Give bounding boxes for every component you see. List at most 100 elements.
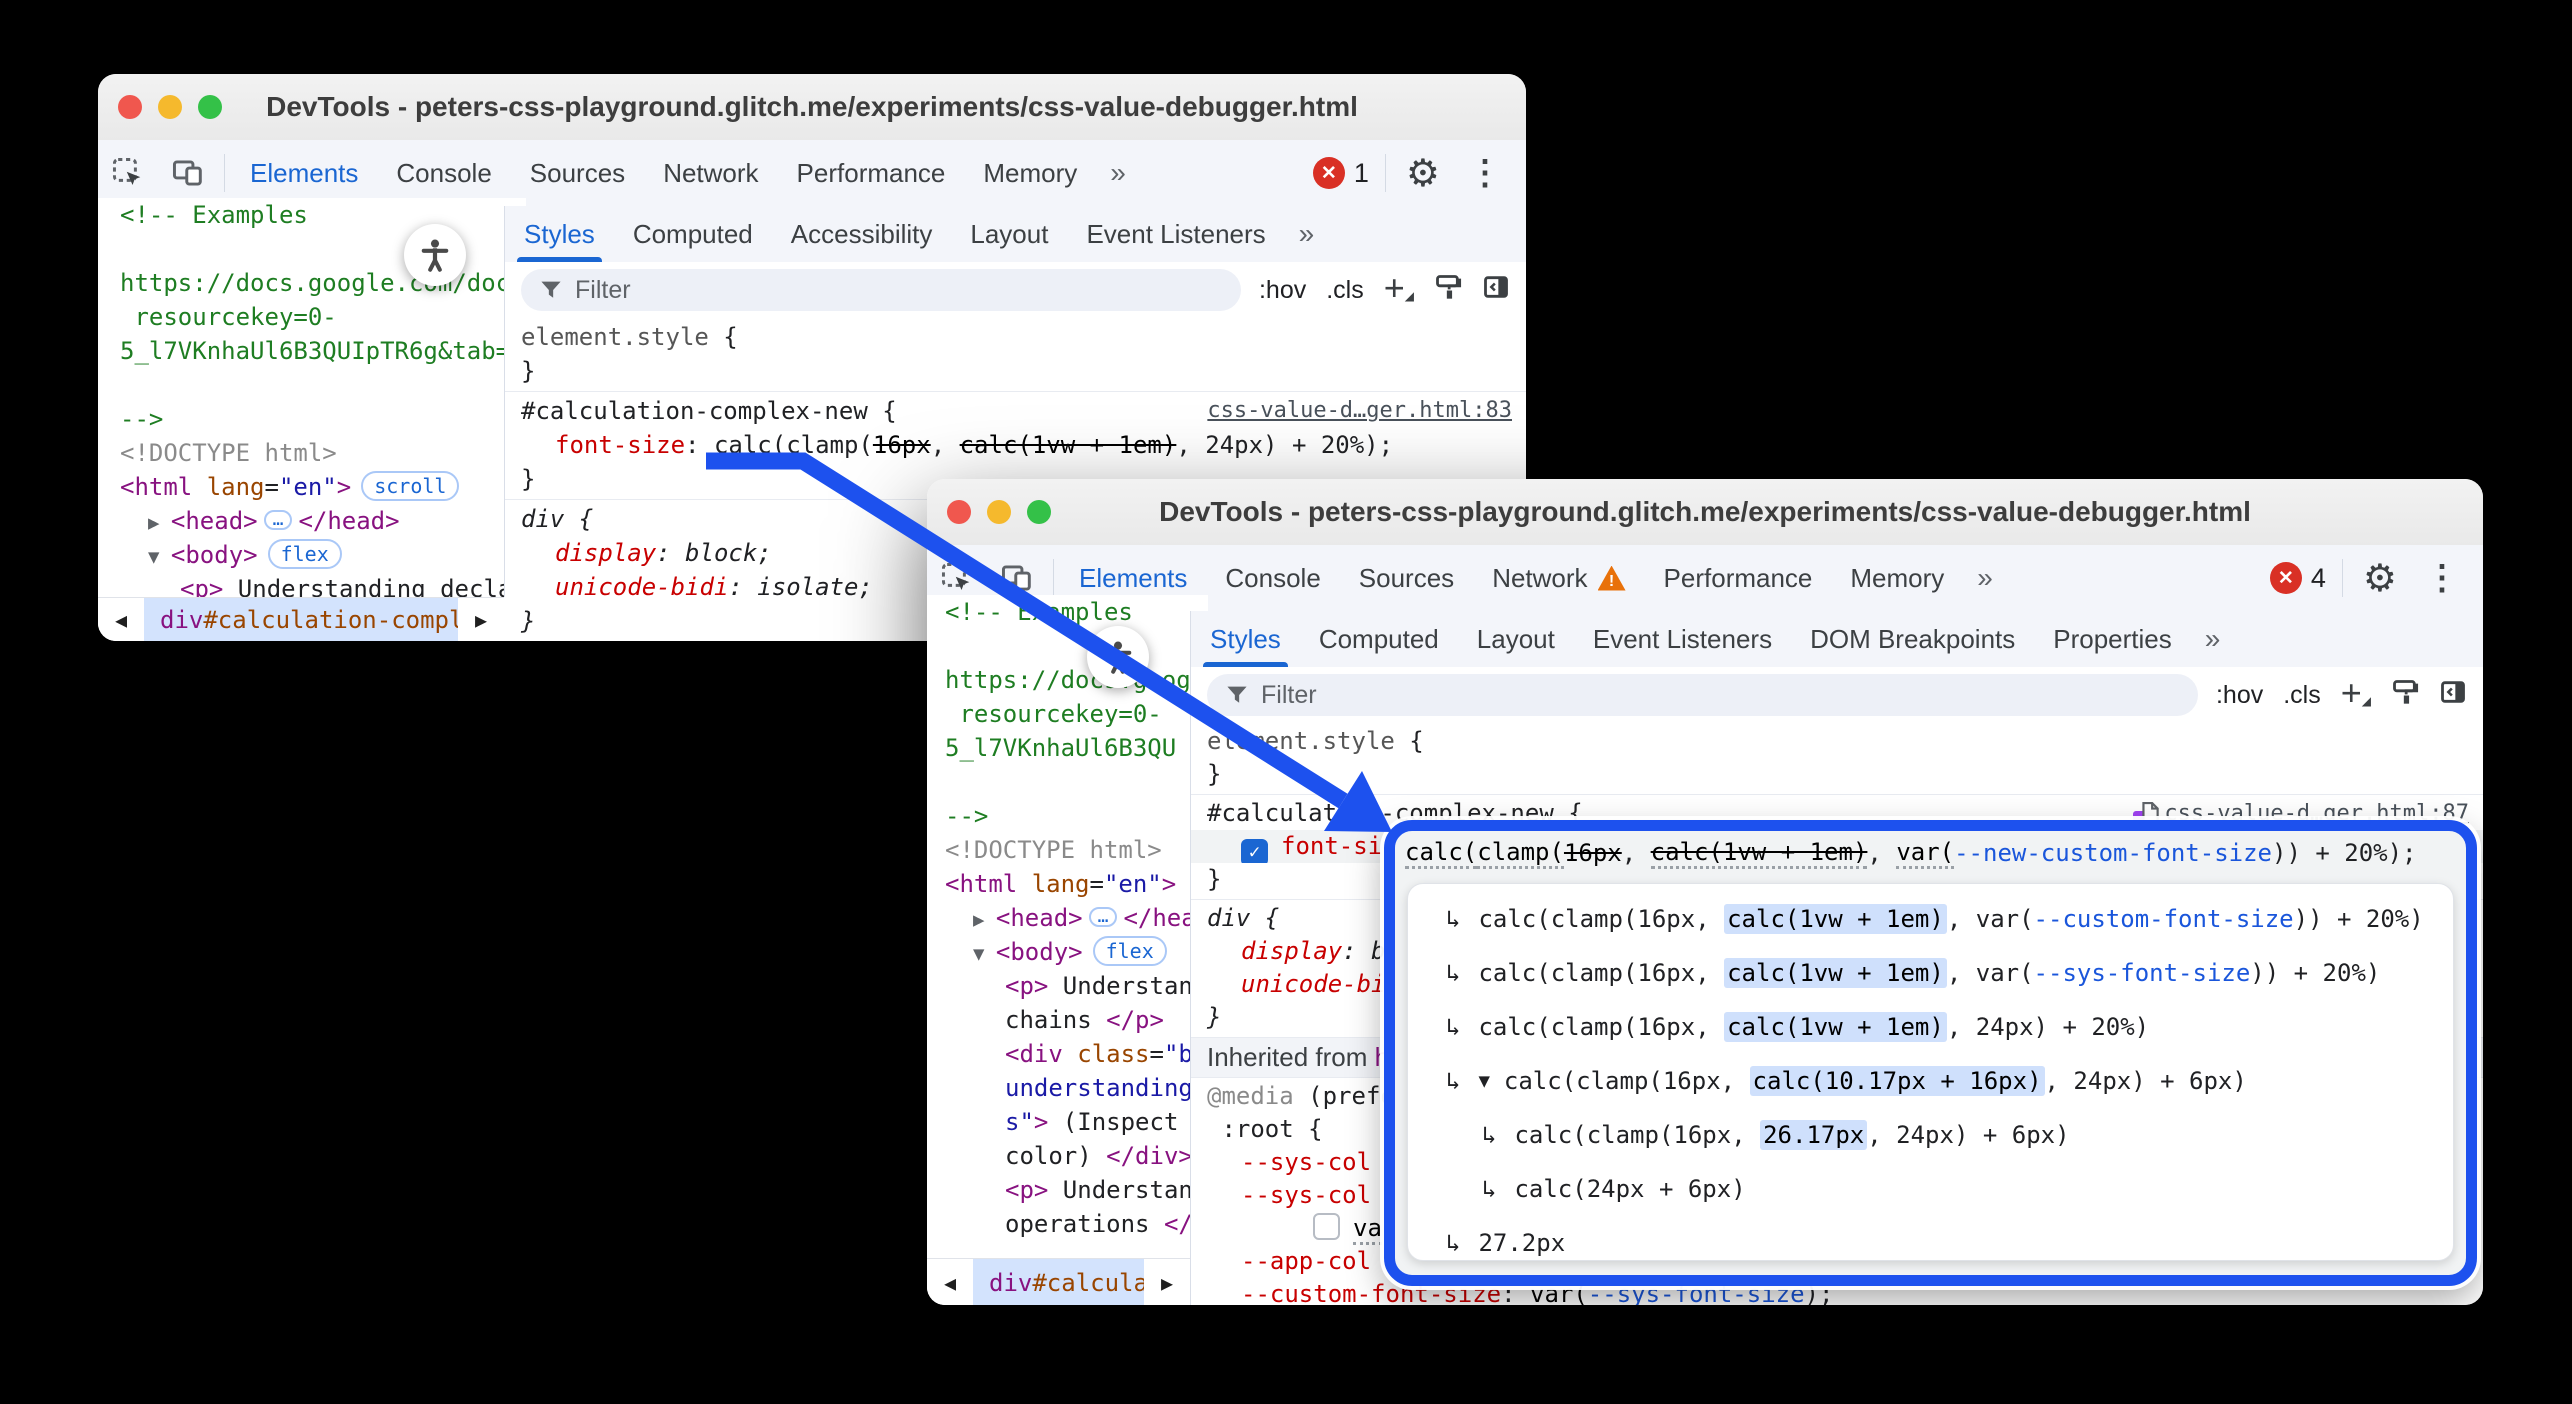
dom-node-line[interactable]: resourcekey=0- [120, 300, 526, 334]
css-variable-link[interactable]: --sys-font-size [2034, 959, 2251, 987]
tab-layout[interactable]: Layout [951, 206, 1067, 262]
settings-gear-icon[interactable]: ⚙ [1392, 140, 1454, 206]
dom-node-line[interactable]: <p> Understan [945, 969, 1208, 1003]
tab-computed[interactable]: Computed [614, 206, 772, 262]
minimize-button[interactable] [987, 500, 1011, 524]
breadcrumb-back-icon[interactable]: ◀ [927, 1259, 973, 1305]
tab-computed[interactable]: Computed [1300, 611, 1458, 667]
more-tabs-button[interactable]: » [1963, 545, 2007, 611]
tab-layout[interactable]: Layout [1458, 611, 1574, 667]
tab-styles[interactable]: Styles [505, 206, 614, 262]
evaluated-value-chip[interactable]: calc(10.17px + 16px) [1750, 1066, 2045, 1096]
minimize-button[interactable] [158, 95, 182, 119]
dom-node-line[interactable]: ▶ <head>…</head> [120, 504, 526, 538]
dom-node-line[interactable]: <p> Understan [945, 1173, 1208, 1207]
settings-gear-icon[interactable]: ⚙ [2349, 545, 2411, 611]
css-line[interactable]: element.style { [1191, 725, 2483, 758]
tab-sources[interactable]: Sources [1340, 545, 1473, 611]
expand-toggle-icon[interactable]: ▼ [1478, 1070, 1489, 1092]
tab-performance[interactable]: Performance [778, 140, 965, 206]
dom-node-line[interactable]: 5_l7VKnhaUl6B3QUIpTR6g&tab= [120, 334, 526, 368]
collapsed-children-icon[interactable]: … [264, 510, 293, 530]
zoom-button[interactable] [198, 95, 222, 119]
tab-network[interactable]: Network [644, 140, 777, 206]
code-token[interactable]: calc( [1405, 838, 1477, 869]
dom-node-line[interactable]: understanding [945, 1071, 1208, 1105]
more-sidebar-tabs-button[interactable]: » [2191, 611, 2235, 667]
collapsed-children-icon[interactable]: … [1089, 907, 1118, 927]
node-badge[interactable]: flex [1093, 936, 1167, 966]
more-tabs-button[interactable]: » [1096, 140, 1140, 206]
kebab-menu-icon[interactable]: ⋮ [1454, 140, 1516, 206]
tab-event-listeners[interactable]: Event Listeners [1067, 206, 1284, 262]
more-sidebar-tabs-button[interactable]: » [1285, 206, 1329, 262]
declaration-checkbox[interactable] [1313, 1213, 1340, 1240]
dom-node-line[interactable]: s"> (Inspect [945, 1105, 1208, 1139]
css-variable-link[interactable]: --new-custom-font-size [1954, 839, 2272, 867]
dom-node-line[interactable]: --> [120, 402, 526, 436]
css-value-expression[interactable]: calc(clamp(16px, calc(1vw + 1em), var(--… [1395, 831, 2466, 875]
titlebar[interactable]: DevTools - peters-css-playground.glitch.… [98, 74, 1526, 141]
breadcrumb-forward-icon[interactable]: ▶ [1144, 1259, 1190, 1305]
code-token[interactable]: var( [1896, 838, 1954, 869]
dom-node-line[interactable] [945, 765, 1208, 799]
new-style-rule-icon[interactable]: +◢ [1384, 267, 1414, 309]
dom-node-line[interactable]: <!DOCTYPE html> [120, 436, 526, 470]
error-badge[interactable]: ✕4 [2260, 545, 2336, 611]
code-token[interactable]: va [1353, 1214, 1382, 1245]
error-badge[interactable]: ✕1 [1303, 140, 1379, 206]
dom-node-line[interactable] [945, 629, 1208, 663]
titlebar[interactable]: DevTools - peters-css-playground.glitch.… [927, 479, 2483, 546]
dom-node-line[interactable]: ▼ <body>flex [120, 538, 526, 572]
dom-node-line[interactable]: chains </p> [945, 1003, 1208, 1037]
dom-node-line[interactable]: <!DOCTYPE html> [945, 833, 1208, 867]
breadcrumb-back-icon[interactable]: ◀ [98, 598, 144, 641]
stylesheet-source-link[interactable]: css-value-d…ger.html:83 [1207, 394, 1512, 428]
tab-dom-breakpoints[interactable]: DOM Breakpoints [1791, 611, 2034, 667]
tab-console[interactable]: Console [377, 140, 510, 206]
evaluated-value-chip[interactable]: calc(1vw + 1em) [1724, 958, 1947, 988]
dom-node-line[interactable]: resourcekey=0- [945, 697, 1208, 731]
close-button[interactable] [118, 95, 142, 119]
tab-properties[interactable]: Properties [2034, 611, 2191, 667]
dom-node-line[interactable]: ▶ <head>…</head [945, 901, 1208, 935]
code-token[interactable]: calc(1vw + 1em) [1651, 838, 1868, 869]
tab-sources[interactable]: Sources [511, 140, 644, 206]
inspect-element-icon[interactable] [98, 140, 158, 206]
dock-panel-icon[interactable] [2439, 678, 2467, 713]
evaluated-value-chip[interactable]: calc(1vw + 1em) [1724, 1012, 1947, 1042]
dom-node-line[interactable]: <div class="b [945, 1037, 1208, 1071]
kebab-menu-icon[interactable]: ⋮ [2411, 545, 2473, 611]
filter-input[interactable]: Filter [1207, 674, 2198, 716]
toggle-cls-button[interactable]: .cls [1326, 276, 1364, 305]
dom-node-line[interactable]: https://docs.goog [945, 663, 1208, 697]
dom-node-line[interactable]: ▼ <body>flex [945, 935, 1208, 969]
tab-console[interactable]: Console [1206, 545, 1339, 611]
dom-node-line[interactable]: <!-- Examples [945, 595, 1208, 629]
css-line[interactable]: font-size: calc(clamp(16px, calc(1vw + 1… [505, 428, 1526, 462]
css-variable-link[interactable]: --custom-font-size [2034, 905, 2294, 933]
dom-node-line[interactable]: <!-- Examples [120, 198, 526, 232]
dom-node-line[interactable]: color) </div> [945, 1139, 1208, 1173]
breadcrumb-item[interactable]: div#calculat [973, 1259, 1144, 1305]
dom-node-line[interactable] [120, 368, 526, 402]
filter-input[interactable]: Filter [521, 269, 1241, 311]
dom-node-line[interactable]: https://docs.google.com/doc [120, 266, 526, 300]
accessibility-person-icon[interactable] [1087, 626, 1149, 688]
code-token[interactable]: clamp( [1477, 838, 1564, 869]
tab-network[interactable]: Network! [1473, 545, 1644, 611]
dom-node-line[interactable]: 5_l7VKnhaUl6B3QU [945, 731, 1208, 765]
tab-accessibility[interactable]: Accessibility [772, 206, 952, 262]
dom-node-line[interactable]: operations </ [945, 1207, 1208, 1241]
tab-styles[interactable]: Styles [1191, 611, 1300, 667]
css-line[interactable]: element.style { [505, 320, 1526, 354]
tab-memory[interactable]: Memory [964, 140, 1096, 206]
device-toolbar-icon[interactable] [158, 140, 218, 206]
zoom-button[interactable] [1027, 500, 1051, 524]
tab-event-listeners[interactable]: Event Listeners [1574, 611, 1791, 667]
evaluated-value-chip[interactable]: 26.17px [1760, 1120, 1867, 1150]
node-badge[interactable]: scroll [361, 471, 459, 501]
breadcrumb-forward-icon[interactable]: ▶ [458, 598, 504, 641]
dock-panel-icon[interactable] [1482, 273, 1510, 308]
dom-node-line[interactable]: <p> Understanding decla [120, 572, 526, 597]
